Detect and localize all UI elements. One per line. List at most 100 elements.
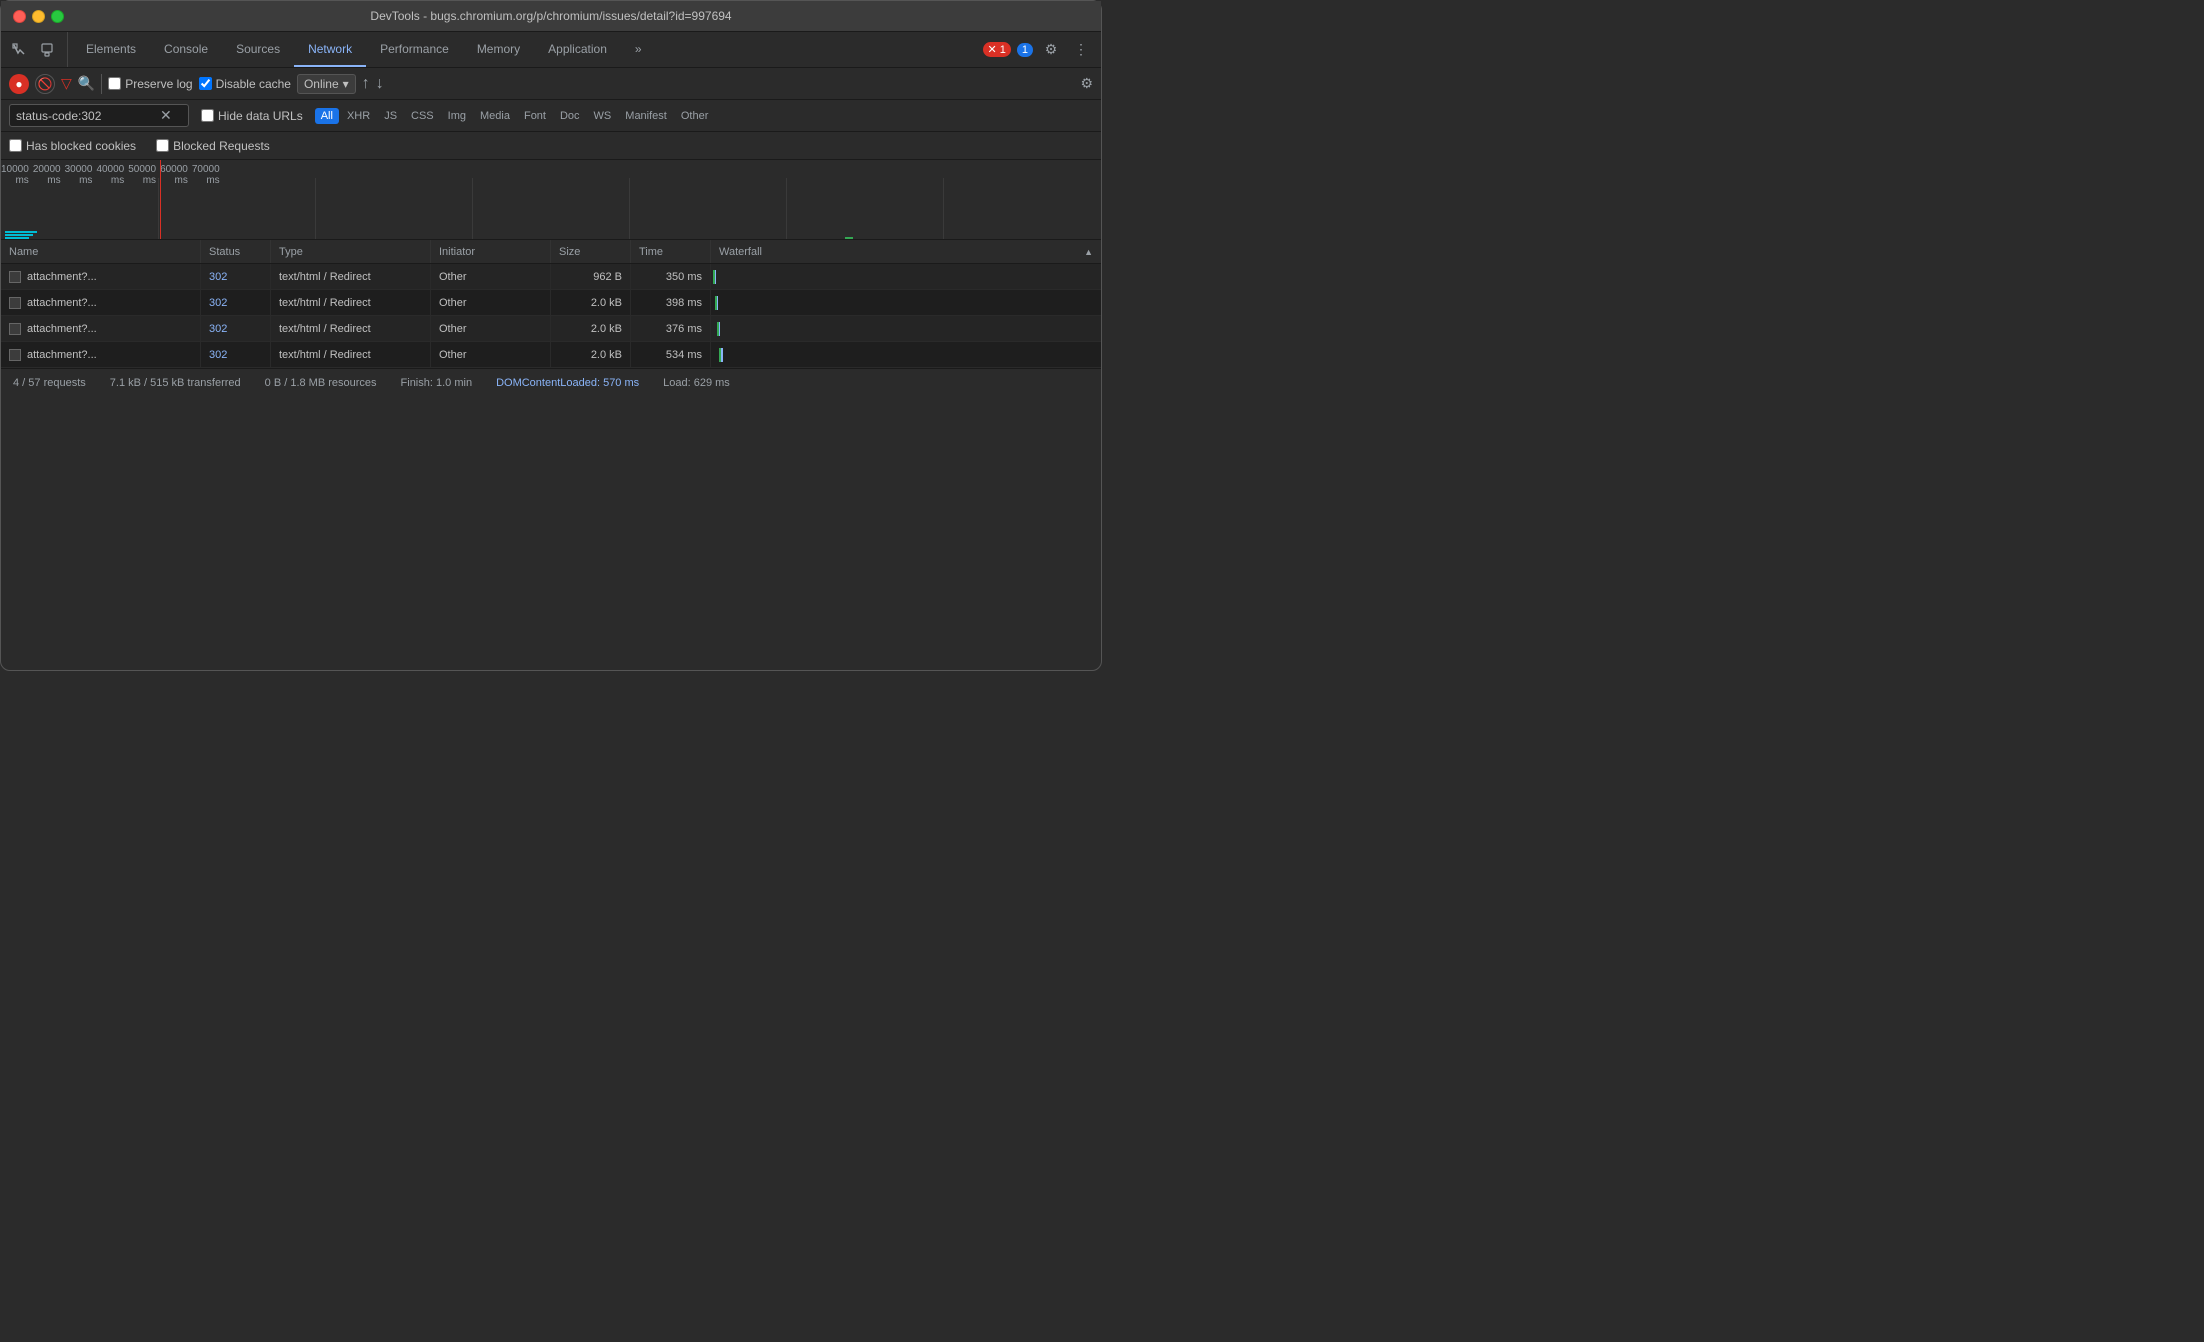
devtools-tabs-bar: Elements Console Sources Network Perform…: [1, 32, 1101, 68]
network-table: Name Status Type Initiator Size Time Wat…: [1, 240, 1101, 368]
throttle-select[interactable]: Online ▾: [297, 74, 356, 94]
cell-status-0: 302: [201, 264, 271, 289]
toolbar-divider: [101, 74, 102, 94]
blocked-requests-checkbox[interactable]: [156, 139, 169, 152]
col-header-size[interactable]: Size: [551, 240, 631, 263]
record-button[interactable]: ●: [9, 74, 29, 94]
cell-type-3: text/html / Redirect: [271, 342, 431, 367]
col-header-status[interactable]: Status: [201, 240, 271, 263]
cell-size-0: 962 B: [551, 264, 631, 289]
disable-cache-label[interactable]: Disable cache: [199, 77, 291, 91]
filter-all-button[interactable]: All: [315, 108, 339, 124]
cell-type-0: text/html / Redirect: [271, 264, 431, 289]
file-icon: [9, 297, 21, 309]
filter-input-wrap: ✕: [9, 104, 189, 127]
blocked-cookies-label[interactable]: Has blocked cookies: [9, 139, 136, 153]
filter-ws-button[interactable]: WS: [588, 108, 618, 124]
filter-xhr-button[interactable]: XHR: [341, 108, 376, 124]
tab-elements[interactable]: Elements: [72, 32, 150, 67]
col-header-waterfall[interactable]: Waterfall ▲: [711, 240, 1101, 263]
cell-waterfall-1: [711, 290, 1101, 315]
disable-cache-checkbox[interactable]: [199, 77, 212, 90]
cell-status-1: 302: [201, 290, 271, 315]
timeline-grid: [1, 178, 1101, 239]
filter-input[interactable]: [16, 109, 156, 123]
settings-icon[interactable]: ⚙: [1039, 38, 1063, 62]
cell-status-3: 302: [201, 342, 271, 367]
devtools-right-icons: ✕ 1 1 ⚙ ⋮: [983, 32, 1101, 67]
cell-waterfall-3: [711, 342, 1101, 367]
table-row[interactable]: attachment?... 302 text/html / Redirect …: [1, 342, 1101, 368]
table-row[interactable]: attachment?... 302 text/html / Redirect …: [1, 316, 1101, 342]
col-header-type[interactable]: Type: [271, 240, 431, 263]
filter-js-button[interactable]: JS: [378, 108, 403, 124]
cell-name-2: attachment?...: [1, 316, 201, 341]
filter-doc-button[interactable]: Doc: [554, 108, 586, 124]
tab-application[interactable]: Application: [534, 32, 621, 67]
col-header-time[interactable]: Time: [631, 240, 711, 263]
cell-initiator-0: Other: [431, 264, 551, 289]
inspector-icon[interactable]: [7, 38, 31, 62]
file-icon: [9, 349, 21, 361]
cell-size-3: 2.0 kB: [551, 342, 631, 367]
filter-img-button[interactable]: Img: [442, 108, 472, 124]
maximize-button[interactable]: [51, 10, 64, 23]
filter-other-button[interactable]: Other: [675, 108, 715, 124]
network-settings-button[interactable]: ⚙: [1080, 75, 1093, 92]
cell-size-2: 2.0 kB: [551, 316, 631, 341]
search-icon[interactable]: 🔍: [78, 75, 95, 92]
col-header-name[interactable]: Name: [1, 240, 201, 263]
import-har-button[interactable]: ↑: [362, 75, 370, 93]
clear-button[interactable]: 🚫: [35, 74, 55, 94]
waterfall-timeline: 10000 ms 20000 ms 30000 ms 40000 ms 5000…: [1, 160, 1101, 240]
tab-network[interactable]: Network: [294, 32, 366, 67]
cell-initiator-2: Other: [431, 316, 551, 341]
device-toggle-icon[interactable]: [35, 38, 59, 62]
filter-checks-row: Has blocked cookies Blocked Requests: [1, 132, 1101, 160]
warning-badge: 1: [1017, 43, 1033, 57]
transferred-size: 7.1 kB / 515 kB transferred: [110, 377, 241, 389]
blocked-requests-label[interactable]: Blocked Requests: [156, 139, 270, 153]
col-header-initiator[interactable]: Initiator: [431, 240, 551, 263]
dom-content-loaded: DOMContentLoaded: 570 ms: [496, 377, 639, 389]
tab-performance[interactable]: Performance: [366, 32, 463, 67]
cell-name-3: attachment?...: [1, 342, 201, 367]
cell-size-1: 2.0 kB: [551, 290, 631, 315]
cell-type-1: text/html / Redirect: [271, 290, 431, 315]
table-row[interactable]: attachment?... 302 text/html / Redirect …: [1, 264, 1101, 290]
clear-filter-icon[interactable]: ✕: [160, 107, 172, 124]
timeline-marker: [160, 160, 161, 239]
blocked-cookies-checkbox[interactable]: [9, 139, 22, 152]
more-options-icon[interactable]: ⋮: [1069, 38, 1093, 62]
filter-font-button[interactable]: Font: [518, 108, 552, 124]
close-button[interactable]: [13, 10, 26, 23]
cell-initiator-1: Other: [431, 290, 551, 315]
cell-status-2: 302: [201, 316, 271, 341]
cell-time-2: 376 ms: [631, 316, 711, 341]
filter-type-buttons: All XHR JS CSS Img Media Font Doc WS Man…: [315, 108, 715, 124]
minimize-button[interactable]: [32, 10, 45, 23]
hide-data-urls-label[interactable]: Hide data URLs: [201, 109, 303, 123]
window-controls[interactable]: [13, 10, 64, 23]
tab-console[interactable]: Console: [150, 32, 222, 67]
export-har-button[interactable]: ↓: [376, 75, 384, 93]
network-toolbar: ● 🚫 ▽ 🔍 Preserve log Disable cache Onlin…: [1, 68, 1101, 100]
filter-manifest-button[interactable]: Manifest: [619, 108, 673, 124]
filter-media-button[interactable]: Media: [474, 108, 516, 124]
filter-css-button[interactable]: CSS: [405, 108, 440, 124]
title-bar: DevTools - bugs.chromium.org/p/chromium/…: [1, 1, 1101, 32]
hide-data-urls-checkbox[interactable]: [201, 109, 214, 122]
preserve-log-checkbox[interactable]: [108, 77, 121, 90]
status-bar: 4 / 57 requests 7.1 kB / 515 kB transfer…: [1, 368, 1101, 396]
cell-name-0: attachment?...: [1, 264, 201, 289]
filter-bar: ✕ Hide data URLs All XHR JS CSS Img Medi…: [1, 100, 1101, 132]
table-row[interactable]: attachment?... 302 text/html / Redirect …: [1, 290, 1101, 316]
cell-waterfall-2: [711, 316, 1101, 341]
cell-waterfall-0: [711, 264, 1101, 289]
tab-memory[interactable]: Memory: [463, 32, 534, 67]
preserve-log-label[interactable]: Preserve log: [108, 77, 192, 91]
filter-icon[interactable]: ▽: [61, 75, 72, 92]
file-icon: [9, 271, 21, 283]
tab-sources[interactable]: Sources: [222, 32, 294, 67]
tab-more[interactable]: »: [621, 32, 656, 67]
